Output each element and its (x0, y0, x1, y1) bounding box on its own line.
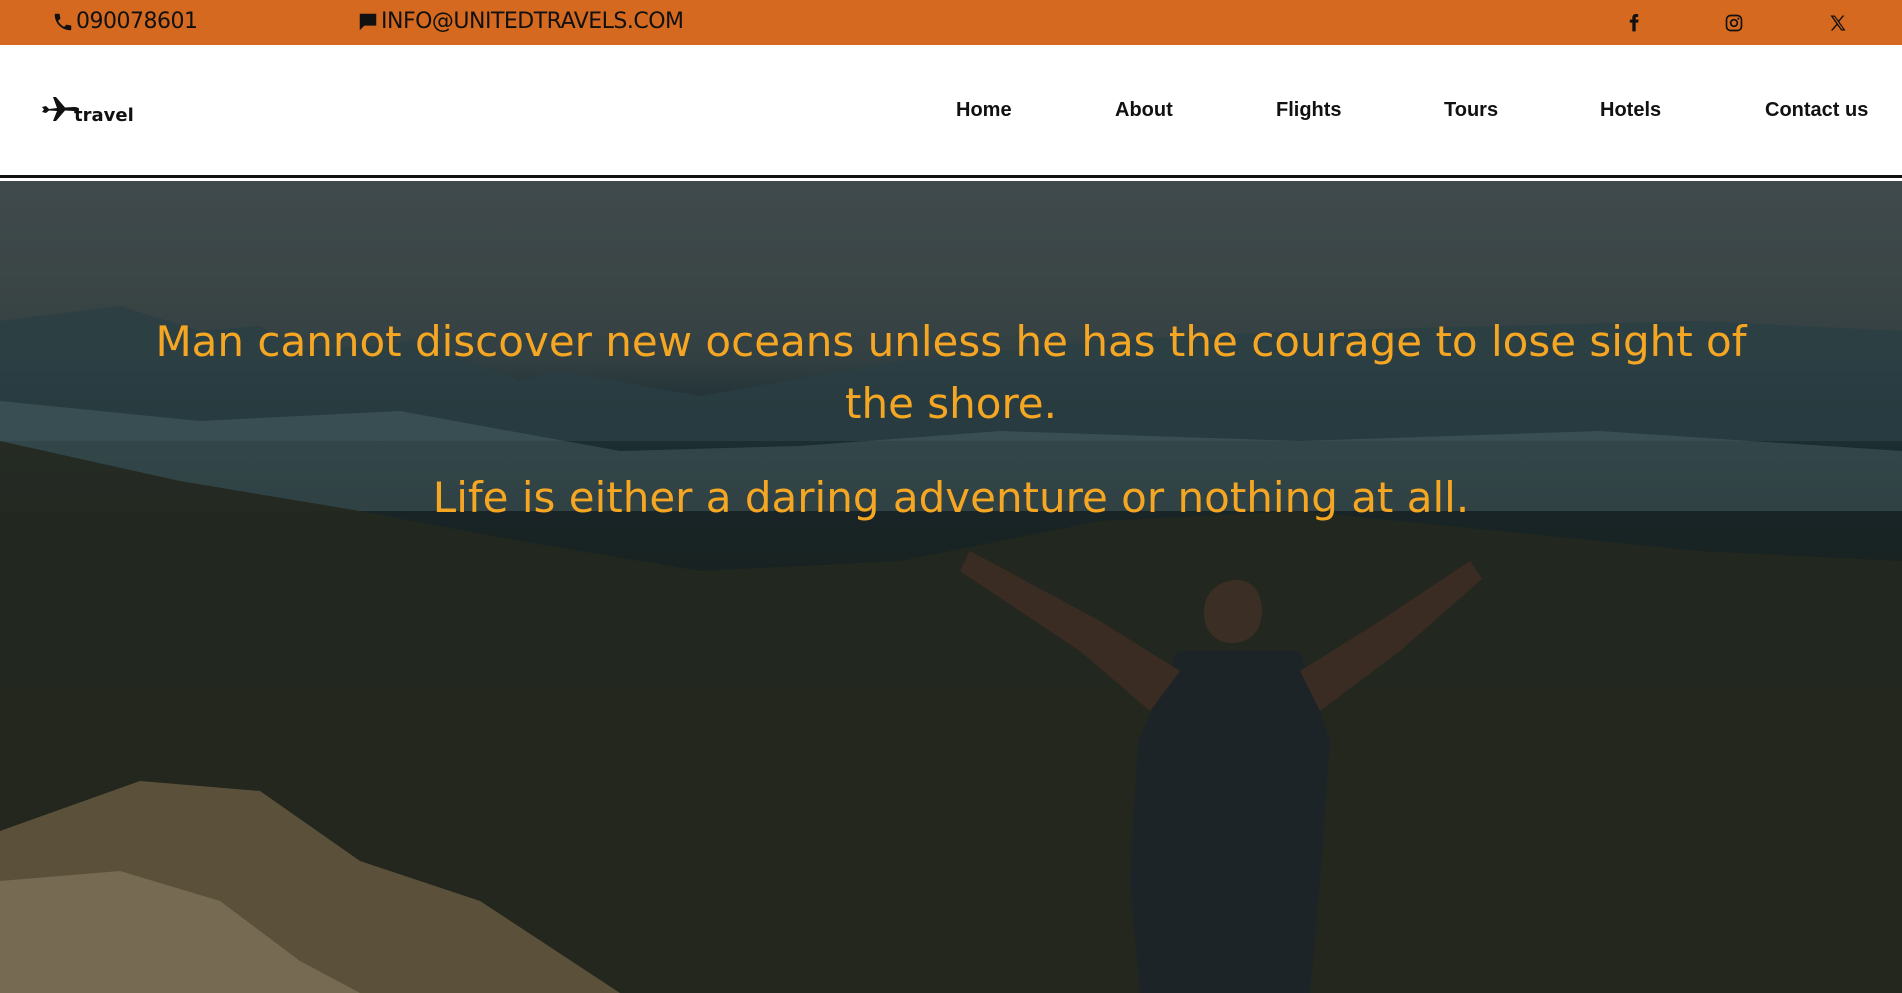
facebook-icon (1629, 14, 1639, 32)
phone-number: 090078601 (76, 9, 198, 34)
logo-text: travel (74, 105, 134, 126)
travel-logo[interactable]: travel (40, 93, 140, 133)
nav-tours[interactable]: Tours (1444, 99, 1498, 122)
instagram-icon (1725, 14, 1743, 32)
nav-contact-us[interactable]: Contact us (1765, 99, 1868, 122)
nav-home[interactable]: Home (956, 99, 1012, 122)
instagram-link[interactable] (1722, 11, 1746, 35)
facebook-link[interactable] (1622, 11, 1646, 35)
hero-quote-secondary: Life is either a daring adventure or not… (432, 473, 1470, 522)
top-contact-bar: 090078601 info@unitedtravels.com (0, 0, 1902, 45)
message-icon (359, 13, 377, 30)
main-header: travel Home About Flights Tours Hotels C… (0, 45, 1902, 178)
x-link[interactable] (1826, 11, 1850, 35)
hero-banner: Man cannot discover new oceans unless he… (0, 181, 1902, 993)
email-contact[interactable]: info@unitedtravels.com (357, 9, 684, 34)
nav-hotels[interactable]: Hotels (1600, 99, 1661, 122)
hero-quote-primary: Man cannot discover new oceans unless he… (155, 317, 1747, 428)
email-address: info@unitedtravels.com (381, 9, 684, 34)
hero-background-image (0, 306, 1902, 993)
x-icon (1830, 15, 1846, 31)
phone-contact[interactable]: 090078601 (52, 9, 198, 34)
nav-flights[interactable]: Flights (1276, 99, 1342, 122)
phone-icon (54, 13, 72, 30)
nav-about[interactable]: About (1115, 99, 1173, 122)
